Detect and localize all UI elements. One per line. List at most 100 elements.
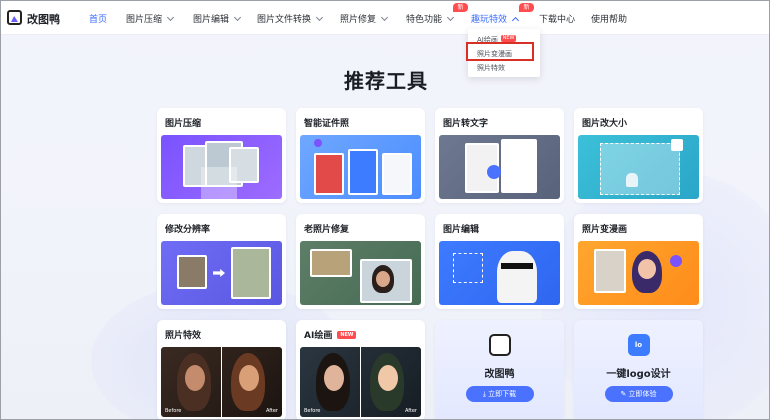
card-title: 老照片修复 (304, 225, 350, 235)
before-label: Before (165, 408, 182, 414)
card-image (161, 241, 282, 305)
document-text (501, 139, 537, 193)
nav-item-label: 特色功能 (406, 15, 443, 25)
brand-logo-icon[interactable] (7, 10, 22, 25)
try-now-button[interactable]: ✎ 立即体验 (604, 386, 673, 402)
tool-card-photo-to-comic[interactable]: 照片变漫画 (574, 214, 703, 309)
nav-item-label: 使用帮助 (591, 15, 628, 25)
tool-card-image-edit[interactable]: 图片编辑 (435, 214, 564, 309)
button-label: 立即体验 (628, 390, 657, 398)
app-logo-icon (488, 334, 511, 356)
brand-name[interactable]: 改图鸭 (27, 11, 60, 27)
button-label: 立即下载 (488, 390, 517, 398)
app-window: 改图鸭 首页 图片压缩 图片编辑 图片文件转换 照片修复 特色功能 新 趣玩特效… (0, 0, 770, 420)
card-title: 照片变漫画 (582, 225, 628, 235)
tool-card-ai-painting[interactable]: AI绘画 NEW Before After (296, 320, 425, 419)
new-badge: NEW (501, 35, 516, 42)
sunglasses-icon (501, 263, 533, 269)
card-title: 图片编辑 (443, 225, 480, 235)
card-title-text: AI绘画 (304, 331, 333, 341)
portrait-face (376, 271, 390, 287)
after-label: After (265, 408, 278, 414)
compare-divider[interactable] (360, 347, 361, 417)
nav-item-convert[interactable]: 图片文件转换 (257, 12, 324, 25)
nav-item-label: 首页 (89, 15, 108, 25)
card-image: Before After (161, 347, 282, 417)
selection-box (453, 253, 483, 283)
card-image (578, 135, 699, 199)
compare-divider[interactable] (221, 347, 222, 417)
chevron-down-icon (380, 13, 389, 22)
tool-card-ocr[interactable]: 图片转文字 (435, 108, 564, 203)
nav-item-label: 下载中心 (539, 15, 576, 25)
chevron-down-icon (315, 13, 324, 22)
resize-frame (600, 143, 680, 195)
portrait-face (239, 365, 259, 391)
magic-wand-icon (670, 255, 682, 267)
card-image (578, 241, 699, 305)
nav-item-download-center[interactable]: 下载中心 (539, 12, 575, 25)
nav-item-edit[interactable]: 图片编辑 (193, 12, 242, 25)
card-title: 图片压缩 (165, 119, 202, 129)
download-now-button[interactable]: ⤓ 立即下载 (465, 386, 534, 402)
cat-figure (497, 251, 537, 303)
card-title: 智能证件照 (304, 119, 350, 129)
id-photo-white (382, 153, 412, 195)
logo-design-icon: lo (627, 334, 650, 356)
card-image: Before After (300, 347, 421, 417)
portrait-face (185, 365, 205, 391)
promo-card-app-download[interactable]: 改图鸭 ⤓ 立即下载 (435, 320, 564, 419)
card-title: 图片改大小 (582, 119, 628, 129)
card-image (161, 135, 282, 199)
chevron-up-icon (511, 16, 520, 25)
tool-card-resolution[interactable]: 修改分辨率 (157, 214, 286, 309)
nav-item-label: 趣玩特效 (471, 15, 508, 25)
nav-item-label: 照片修复 (340, 15, 377, 25)
nav-item-home[interactable]: 首页 (89, 12, 107, 25)
nav-item-label: 图片文件转换 (257, 15, 312, 25)
tool-card-resize[interactable]: 图片改大小 (574, 108, 703, 203)
new-badge: 新 (453, 3, 468, 12)
top-nav: 改图鸭 首页 图片压缩 图片编辑 图片文件转换 照片修复 特色功能 新 趣玩特效… (1, 1, 769, 35)
card-title: 图片转文字 (443, 119, 489, 129)
portrait-face (324, 365, 344, 391)
nav-item-label: 图片压缩 (126, 15, 163, 25)
nav-item-features[interactable]: 特色功能 (406, 12, 455, 25)
card-image (300, 135, 421, 199)
original-photo (594, 249, 626, 293)
nav-item-repair[interactable]: 照片修复 (340, 12, 389, 25)
after-label: After (404, 408, 417, 414)
card-title: AI绘画 NEW (304, 328, 357, 341)
nav-item-help[interactable]: 使用帮助 (591, 12, 627, 25)
tool-card-old-photo-repair[interactable]: 老照片修复 (296, 214, 425, 309)
id-photo-red (314, 153, 344, 195)
promo-name: 一键logo设计 (606, 369, 671, 380)
promo-card-logo-design[interactable]: lo 一键logo设计 ✎ 立即体验 (574, 320, 703, 419)
tool-card-id-photo[interactable]: 智能证件照 (296, 108, 425, 203)
nav-item-fun-effects[interactable]: 趣玩特效 (471, 12, 520, 25)
card-image (439, 241, 560, 305)
promo-name: 改图鸭 (484, 369, 515, 380)
photo-large (231, 247, 271, 299)
user-icon (314, 139, 322, 147)
compress-overlay (201, 167, 237, 199)
tool-card-photo-effects[interactable]: 照片特效 Before After (157, 320, 286, 419)
chevron-down-icon (166, 13, 175, 22)
before-label: Before (304, 408, 321, 414)
card-image (439, 135, 560, 199)
resize-icon (671, 139, 683, 151)
person-figure (626, 173, 638, 187)
id-photo-blue (348, 149, 378, 195)
chevron-down-icon (446, 13, 455, 22)
highlight-box (466, 42, 534, 61)
tool-card-compress[interactable]: 图片压缩 (157, 108, 286, 203)
arrow-right-icon (213, 269, 225, 277)
card-title: 照片特效 (165, 331, 202, 341)
page-title: 推荐工具 (344, 69, 428, 93)
convert-arrow-icon (487, 165, 501, 179)
new-badge: NEW (337, 330, 357, 339)
pencil-icon: ✎ (620, 390, 629, 398)
photo-small (177, 255, 207, 289)
nav-item-compress[interactable]: 图片压缩 (126, 12, 175, 25)
nav-item-label: 图片编辑 (193, 15, 230, 25)
